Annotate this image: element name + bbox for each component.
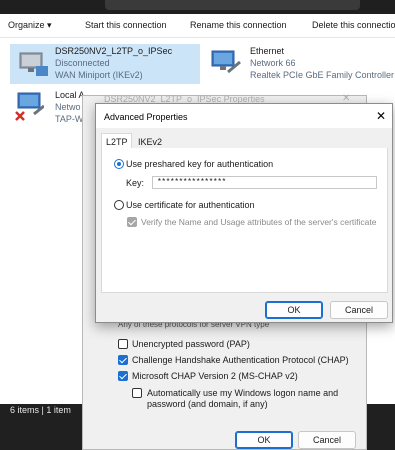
- mschapv2-checkbox[interactable]: [118, 371, 128, 381]
- ok-button[interactable]: OK: [235, 431, 293, 449]
- psk-label: Use preshared key for authentication: [126, 159, 274, 169]
- close-icon[interactable]: ✕: [376, 109, 386, 123]
- verify-checkbox[interactable]: [127, 217, 137, 227]
- key-input[interactable]: ****************: [152, 176, 377, 189]
- mschapv2-label: Microsoft CHAP Version 2 (MS-CHAP v2): [132, 371, 298, 381]
- ok-button[interactable]: OK: [265, 301, 323, 319]
- auto-logon-label-2: password (and domain, if any): [147, 399, 268, 409]
- connection-title: Ethernet: [250, 46, 285, 56]
- toolbar: Organize ▾ Start this connection Rename …: [0, 14, 395, 38]
- connection-device: Realtek PCIe GbE Family Controller: [250, 70, 395, 80]
- network-adapter-icon: [211, 50, 241, 74]
- key-label: Key:: [126, 178, 145, 188]
- rename-connection-button[interactable]: Rename this connection: [190, 20, 287, 30]
- verify-label: Verify the Name and Usage attributes of …: [141, 217, 377, 227]
- certificate-label: Use certificate for authentication: [126, 200, 255, 210]
- network-adapter-icon: [19, 52, 48, 76]
- connection-status: Network 66: [250, 58, 296, 68]
- connection-title: Local A: [55, 90, 85, 100]
- address-bar[interactable]: [105, 0, 360, 10]
- dialog-title: Advanced Properties: [104, 112, 188, 122]
- connection-device: WAN Miniport (IKEv2): [55, 70, 143, 80]
- connection-status: Netwo: [55, 102, 81, 112]
- item-count: 6 items | 1 item: [10, 405, 71, 415]
- cancel-button[interactable]: Cancel: [298, 431, 356, 449]
- tab-ikev2[interactable]: IKEv2: [138, 137, 162, 147]
- cancel-button[interactable]: Cancel: [330, 301, 388, 319]
- chap-label: Challenge Handshake Authentication Proto…: [132, 355, 349, 365]
- tab-l2tp-label: L2TP: [106, 137, 128, 147]
- psk-radio[interactable]: [114, 159, 124, 169]
- chap-checkbox[interactable]: [118, 355, 128, 365]
- disconnected-x-icon: [15, 111, 25, 121]
- pap-label: Unencrypted password (PAP): [132, 339, 250, 349]
- start-connection-button[interactable]: Start this connection: [85, 20, 167, 30]
- auto-logon-checkbox[interactable]: [132, 388, 142, 398]
- connection-device: TAP-W: [55, 114, 84, 124]
- organize-button[interactable]: Organize ▾: [8, 20, 52, 31]
- certificate-radio[interactable]: [114, 200, 124, 210]
- pap-checkbox[interactable]: [118, 339, 128, 349]
- connection-status: Disconnected: [55, 58, 110, 68]
- auto-logon-label: Automatically use my Windows logon name …: [147, 388, 339, 398]
- connection-title: DSR250NV2_L2TP_o_IPSec: [55, 46, 173, 56]
- delete-connection-button[interactable]: Delete this connectio: [312, 20, 395, 30]
